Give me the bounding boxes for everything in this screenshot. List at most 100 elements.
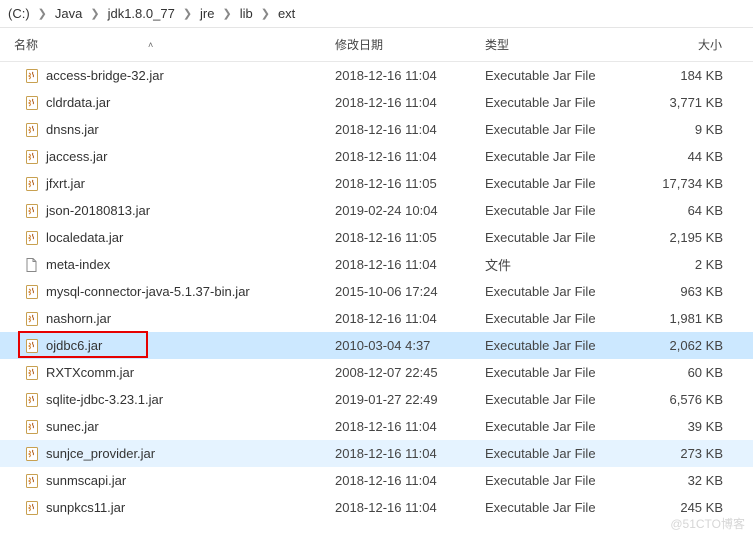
file-name-label: meta-index bbox=[46, 257, 110, 272]
file-type-cell: Executable Jar File bbox=[485, 392, 635, 407]
table-row[interactable]: sqlite-jdbc-3.23.1.jar2019-01-27 22:49Ex… bbox=[0, 386, 753, 413]
table-row[interactable]: json-20180813.jar2019-02-24 10:04Executa… bbox=[0, 197, 753, 224]
table-row[interactable]: localedata.jar2018-12-16 11:05Executable… bbox=[0, 224, 753, 251]
file-name-label: mysql-connector-java-5.1.37-bin.jar bbox=[46, 284, 250, 299]
file-type-cell: Executable Jar File bbox=[485, 473, 635, 488]
jar-file-icon bbox=[24, 95, 40, 111]
chevron-right-icon: ❯ bbox=[90, 7, 99, 20]
jar-file-icon bbox=[24, 500, 40, 516]
file-name-label: sunmscapi.jar bbox=[46, 473, 126, 488]
breadcrumb[interactable]: (C:) ❯ Java ❯ jdk1.8.0_77 ❯ jre ❯ lib ❯ … bbox=[0, 0, 753, 28]
column-header-size[interactable]: 大小 bbox=[635, 36, 735, 53]
table-row[interactable]: sunec.jar2018-12-16 11:04Executable Jar … bbox=[0, 413, 753, 440]
jar-file-icon bbox=[24, 338, 40, 354]
breadcrumb-segment[interactable]: jdk1.8.0_77 bbox=[106, 4, 177, 23]
file-date-cell: 2019-01-27 22:49 bbox=[335, 392, 485, 407]
file-name-cell[interactable]: ojdbc6.jar bbox=[0, 338, 335, 354]
file-name-cell[interactable]: jaccess.jar bbox=[0, 149, 335, 165]
file-name-label: ojdbc6.jar bbox=[46, 338, 102, 353]
file-name-cell[interactable]: localedata.jar bbox=[0, 230, 335, 246]
jar-file-icon bbox=[24, 284, 40, 300]
file-date-cell: 2018-12-16 11:04 bbox=[335, 95, 485, 110]
table-row[interactable]: sunpkcs11.jar2018-12-16 11:04Executable … bbox=[0, 494, 753, 521]
file-name-cell[interactable]: sqlite-jdbc-3.23.1.jar bbox=[0, 392, 335, 408]
table-row[interactable]: cldrdata.jar 2018-12-16 11:04Executable J… bbox=[0, 89, 753, 116]
table-row[interactable]: ojdbc6.jar2010-03-04 4:37Executable Jar … bbox=[0, 332, 753, 359]
file-name-cell[interactable]: json-20180813.jar bbox=[0, 203, 335, 219]
chevron-right-icon: ❯ bbox=[38, 7, 47, 20]
file-name-label: json-20180813.jar bbox=[46, 203, 150, 218]
jar-file-icon bbox=[24, 446, 40, 462]
column-header-type[interactable]: 类型 bbox=[485, 36, 635, 53]
breadcrumb-segment[interactable]: (C:) bbox=[6, 4, 32, 23]
file-date-cell: 2018-12-16 11:04 bbox=[335, 257, 485, 272]
file-name-cell[interactable]: nashorn.jar bbox=[0, 311, 335, 327]
table-row[interactable]: dnsns.jar2018-12-16 11:04Executable Jar … bbox=[0, 116, 753, 143]
file-type-cell: Executable Jar File bbox=[485, 95, 635, 110]
chevron-right-icon: ❯ bbox=[261, 7, 270, 20]
jar-file-icon bbox=[24, 122, 40, 138]
file-name-cell[interactable]: cldrdata.jar bbox=[0, 95, 335, 111]
file-date-cell: 2018-12-16 11:04 bbox=[335, 149, 485, 164]
jar-file-icon bbox=[24, 338, 40, 354]
file-date-cell: 2018-12-16 11:04 bbox=[335, 473, 485, 488]
file-name-cell[interactable]: jfxrt.jar bbox=[0, 176, 335, 192]
jar-file-icon bbox=[24, 419, 40, 435]
breadcrumb-segment[interactable]: Java bbox=[53, 4, 84, 23]
file-name-cell[interactable]: mysql-connector-java-5.1.37-bin.jar bbox=[0, 284, 335, 300]
watermark: @51CTO博客 bbox=[670, 515, 745, 532]
file-name-cell[interactable]: RXTXcomm.jar bbox=[0, 365, 335, 381]
jar-file-icon bbox=[24, 203, 40, 219]
jar-file-icon bbox=[24, 311, 40, 327]
file-type-cell: Executable Jar File bbox=[485, 203, 635, 218]
file-name-label: jaccess.jar bbox=[46, 149, 107, 164]
table-row[interactable]: jaccess.jar2018-12-16 11:04Executable Ja… bbox=[0, 143, 753, 170]
file-name-cell[interactable]: sunec.jar bbox=[0, 419, 335, 435]
file-name-label: RXTXcomm.jar bbox=[46, 365, 134, 380]
file-name-label: sunjce_provider.jar bbox=[46, 446, 155, 461]
sort-ascending-icon: ˄ bbox=[148, 40, 153, 50]
file-date-cell: 2018-12-16 11:04 bbox=[335, 419, 485, 434]
file-size-cell: 1,981 KB bbox=[635, 311, 735, 326]
table-row[interactable]: mysql-connector-java-5.1.37-bin.jar2015-… bbox=[0, 278, 753, 305]
file-name-cell[interactable]: access-bridge-32.jar bbox=[0, 68, 335, 84]
table-row[interactable]: jfxrt.jar2018-12-16 11:05Executable Jar … bbox=[0, 170, 753, 197]
breadcrumb-segment[interactable]: jre bbox=[198, 4, 216, 23]
file-size-cell: 64 KB bbox=[635, 203, 735, 218]
file-name-cell[interactable]: sunmscapi.jar bbox=[0, 473, 335, 489]
file-size-cell: 2,195 KB bbox=[635, 230, 735, 245]
file-date-cell: 2018-12-16 11:04 bbox=[335, 446, 485, 461]
file-type-cell: Executable Jar File bbox=[485, 122, 635, 137]
breadcrumb-segment[interactable]: lib bbox=[238, 4, 255, 23]
file-size-cell: 273 KB bbox=[635, 446, 735, 461]
jar-file-icon bbox=[24, 203, 40, 219]
jar-file-icon bbox=[24, 149, 40, 165]
file-size-cell: 17,734 KB bbox=[635, 176, 735, 191]
table-row[interactable]: RXTXcomm.jar2008-12-07 22:45Executable J… bbox=[0, 359, 753, 386]
file-type-cell: Executable Jar File bbox=[485, 284, 635, 299]
file-name-cell[interactable]: meta-index bbox=[0, 257, 335, 273]
file-size-cell: 245 KB bbox=[635, 500, 735, 515]
jar-file-icon bbox=[24, 473, 40, 489]
file-name-label: localedata.jar bbox=[46, 230, 123, 245]
file-name-label: cldrdata.jar bbox=[46, 95, 110, 110]
table-row[interactable]: sunmscapi.jar 2018-12-16 11:04Executable … bbox=[0, 467, 753, 494]
file-type-cell: Executable Jar File bbox=[485, 365, 635, 380]
column-header-name[interactable]: 名称 ˄ bbox=[0, 36, 335, 53]
file-name-cell[interactable]: sunjce_provider.jar bbox=[0, 446, 335, 462]
jar-file-icon bbox=[24, 446, 40, 462]
table-row[interactable]: access-bridge-32.jar2018-12-16 11:04Exec… bbox=[0, 62, 753, 89]
breadcrumb-segment[interactable]: ext bbox=[276, 4, 297, 23]
column-header-date[interactable]: 修改日期 bbox=[335, 36, 485, 53]
table-row[interactable]: meta-index2018-12-16 11:04文件2 KB bbox=[0, 251, 753, 278]
file-list: access-bridge-32.jar2018-12-16 11:04Exec… bbox=[0, 62, 753, 521]
column-header-name-label: 名称 bbox=[14, 36, 38, 53]
table-row[interactable]: sunjce_provider.jar2018-12-16 11:04Execu… bbox=[0, 440, 753, 467]
file-name-cell[interactable]: sunpkcs11.jar bbox=[0, 500, 335, 516]
file-size-cell: 6,576 KB bbox=[635, 392, 735, 407]
jar-file-icon bbox=[24, 473, 40, 489]
file-name-cell[interactable]: dnsns.jar bbox=[0, 122, 335, 138]
file-date-cell: 2018-12-16 11:05 bbox=[335, 176, 485, 191]
table-row[interactable]: nashorn.jar2018-12-16 11:04Executable Ja… bbox=[0, 305, 753, 332]
jar-file-icon bbox=[24, 230, 40, 246]
